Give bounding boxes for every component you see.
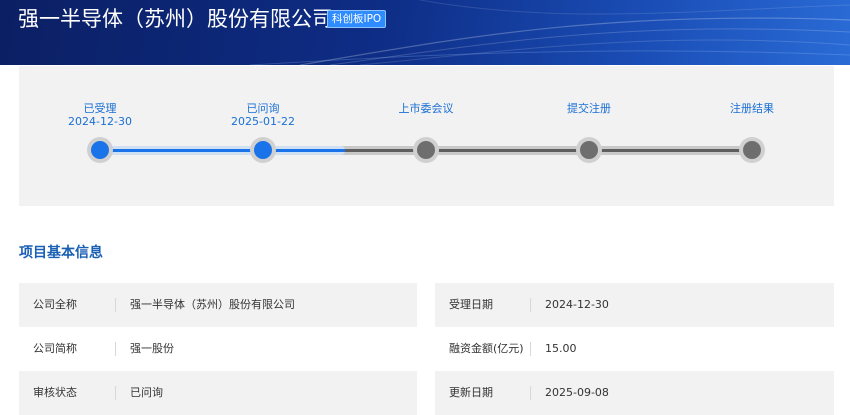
step-date: 2025-01-22 [231,115,295,128]
board-badge: 科创板IPO [327,10,387,28]
step-label: 已问询 [246,102,280,115]
info-divider [115,386,116,400]
section-title-basic-info: 项目基本信息 [19,245,103,261]
progress-step-accepted: 已受理 2024-12-30 [40,102,160,128]
info-row-full-name: 公司全称 强一半导体（苏州）股份有限公司 [19,283,417,327]
info-value: 强一半导体（苏州）股份有限公司 [130,298,295,311]
step-date: 2024-12-30 [68,115,132,128]
progress-step-registration-result: 注册结果 [692,102,812,115]
progress-step-submit-registration: 提交注册 [529,102,649,115]
info-key: 公司简称 [33,342,77,355]
company-title: 强一半导体（苏州）股份有限公司 [18,7,333,31]
step-label: 注册结果 [730,102,774,115]
info-row-accept-date: 受理日期 2024-12-30 [435,283,834,327]
info-value: 已问询 [130,386,163,399]
info-divider [115,298,116,312]
info-row-update-date: 更新日期 2025-09-08 [435,371,834,415]
progress-step-inquiry: 已问询 2025-01-22 [203,102,323,128]
info-divider [530,342,531,356]
info-divider [530,298,531,312]
progress-node-listing-committee [413,137,439,163]
info-key: 受理日期 [449,298,493,311]
progress-node-inquiry [250,137,276,163]
info-row-review-status: 审核状态 已问询 [19,371,417,415]
info-key: 审核状态 [33,386,77,399]
step-label: 上市委会议 [398,102,454,115]
info-row-financing-amount: 融资金额(亿元) 15.00 [435,327,834,371]
progress-node-submit-registration [576,137,602,163]
step-label: 提交注册 [567,102,611,115]
info-divider [115,342,116,356]
info-value: 2025-09-08 [545,386,609,399]
info-key: 融资金额(亿元) [449,342,524,355]
progress-step-listing-committee: 上市委会议 [366,102,486,115]
info-value: 强一股份 [130,342,174,355]
info-value: 2024-12-30 [545,298,609,311]
progress-node-accepted [87,137,113,163]
info-divider [530,386,531,400]
page-header: 强一半导体（苏州）股份有限公司 科创板IPO [0,0,850,65]
progress-line-fill [100,149,345,152]
review-progress-panel: 已受理 2024-12-30 已问询 2025-01-22 上市委会议 提交注册… [19,66,834,206]
info-key: 更新日期 [449,386,493,399]
info-row-short-name: 公司简称 强一股份 [19,327,417,371]
progress-node-registration-result [739,137,765,163]
info-value: 15.00 [545,342,577,355]
step-label: 已受理 [83,102,117,115]
info-key: 公司全称 [33,298,77,311]
